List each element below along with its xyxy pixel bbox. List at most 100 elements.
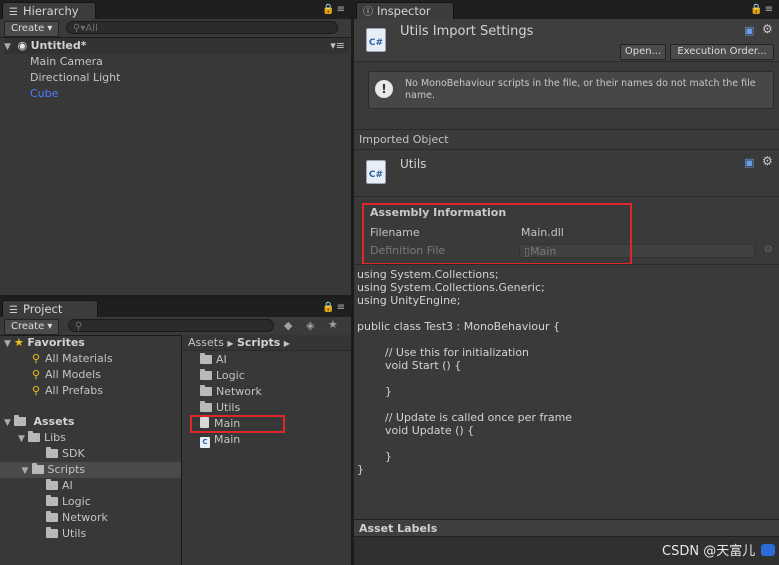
help-icon[interactable]: ▣ xyxy=(744,156,754,169)
code-text: using System.Collections; using System.C… xyxy=(357,268,573,476)
tree-folder-ai[interactable]: AI xyxy=(46,478,73,494)
expand-icon[interactable]: ▼ xyxy=(4,39,14,55)
code-preview: using System.Collections; using System.C… xyxy=(354,264,779,518)
csharp-file-icon: C# xyxy=(366,160,386,184)
imported-object-header: Imported Object xyxy=(354,129,779,149)
folder-icon xyxy=(46,527,58,538)
hierarchy-tabbar: ☰ Hierarchy 🔒≡ xyxy=(0,0,351,19)
gear-icon[interactable]: ⚙ xyxy=(762,154,773,168)
search-icon: ⚲ xyxy=(32,352,41,365)
asset-labels-bar: Asset Labels xyxy=(354,519,779,537)
unity-logo-icon: ◉ xyxy=(17,39,28,52)
star-icon: ★ xyxy=(14,336,24,349)
breadcrumb-scripts[interactable]: Scripts xyxy=(237,336,280,349)
libs-folder[interactable]: ▼ Libs xyxy=(18,430,66,446)
create-button[interactable]: Create ▾ xyxy=(4,21,60,37)
hierarchy-item-cube[interactable]: Cube xyxy=(30,86,58,102)
favorite-all-materials[interactable]: ⚲ All Materials xyxy=(32,351,113,367)
menu-icon[interactable]: ≡ xyxy=(337,4,347,15)
object-picker-icon[interactable]: ⊙ xyxy=(764,244,772,255)
panel-options[interactable]: 🔒≡ xyxy=(322,302,347,313)
create-button[interactable]: Create ▾ xyxy=(4,319,60,335)
help-icon[interactable]: ▣ xyxy=(744,24,754,37)
inspector-panel: ⓘ Inspector 🔒≡ C# Utils Import Settings ▣… xyxy=(354,0,779,565)
imported-object-row: C# Utils ▣ ⚙ xyxy=(354,149,779,197)
favorite-all-prefabs[interactable]: ⚲ All Prefabs xyxy=(32,383,103,399)
expand-icon[interactable]: ▼ xyxy=(22,463,32,479)
file-folder-network[interactable]: Network xyxy=(200,384,262,400)
open-button[interactable]: Open... xyxy=(620,44,666,60)
search-icon: ⚲▾ xyxy=(73,23,86,34)
tree-folder-network[interactable]: Network xyxy=(46,510,108,526)
hierarchy-item-directional-light[interactable]: Directional Light xyxy=(30,70,120,86)
file-folder-utils[interactable]: Utils xyxy=(200,400,240,416)
warning-text: No MonoBehaviour scripts in the file, or… xyxy=(405,78,756,101)
search-input[interactable]: ⚲ xyxy=(68,319,274,332)
project-toolbar: Create ▾ ⚲ ◆ ◈ ★ xyxy=(0,317,351,336)
search-icon: ⚲ xyxy=(32,384,41,397)
folder-icon xyxy=(200,353,212,364)
scripts-folder[interactable]: ▼ Scripts xyxy=(0,462,181,478)
menu-icon[interactable]: ≡ xyxy=(765,4,775,15)
search-icon: ⚲ xyxy=(75,321,83,332)
file-folder-ai[interactable]: AI xyxy=(200,352,227,368)
file-folder-logic[interactable]: Logic xyxy=(200,368,245,384)
label-icon[interactable]: ◈ xyxy=(306,319,314,332)
sdk-folder[interactable]: SDK xyxy=(46,446,85,462)
main-splitter[interactable] xyxy=(351,0,354,565)
project-tabbar: ☰ Project 🔒≡ xyxy=(0,298,351,317)
expand-icon[interactable]: ▼ xyxy=(4,336,14,352)
star-icon[interactable]: ★ xyxy=(328,318,338,331)
tree-folder-logic[interactable]: Logic xyxy=(46,494,91,510)
inspector-header: C# Utils Import Settings ▣ ⚙ Open... Exe… xyxy=(354,19,779,62)
inspector-tabbar: ⓘ Inspector 🔒≡ xyxy=(354,0,779,19)
panel-options[interactable]: 🔒≡ xyxy=(322,4,347,15)
filter-type-icon[interactable]: ◆ xyxy=(284,319,292,332)
horizontal-splitter[interactable] xyxy=(0,295,351,298)
favorite-all-models[interactable]: ⚲ All Models xyxy=(32,367,101,383)
folder-icon xyxy=(46,447,58,458)
folder-icon xyxy=(14,415,26,426)
folder-icon xyxy=(200,401,212,412)
csharp-file-icon: C# xyxy=(366,28,386,52)
breadcrumb-assets[interactable]: Assets xyxy=(188,336,224,349)
tab-project[interactable]: ☰ Project xyxy=(2,300,98,317)
expand-icon[interactable]: ▼ xyxy=(18,431,28,447)
tree-folder-utils[interactable]: Utils xyxy=(46,526,86,542)
project-file-list: Assets ▶ Scripts ▶ AI Logic Network Util… xyxy=(182,335,351,565)
hierarchy-toolbar: Create ▾ ⚲▾All xyxy=(0,19,351,38)
scene-row[interactable]: ▼ ◉ Untitled* ▾≡ xyxy=(4,38,349,54)
panel-options[interactable]: 🔒≡ xyxy=(750,4,775,15)
warning-icon: ! xyxy=(375,80,393,98)
menu-icon[interactable]: ▾≡ xyxy=(330,38,345,54)
chat-bubble-icon xyxy=(761,544,775,556)
file-main-script[interactable]: C Main xyxy=(200,432,240,448)
hierarchy-item-main-camera[interactable]: Main Camera xyxy=(30,54,103,70)
tab-inspector[interactable]: ⓘ Inspector xyxy=(356,2,454,19)
folder-icon xyxy=(46,511,58,522)
chevron-right-icon: ▶ xyxy=(283,339,290,348)
lock-icon[interactable]: 🔒 xyxy=(322,302,336,313)
menu-icon[interactable]: ≡ xyxy=(337,302,347,313)
favorites-header[interactable]: ▼ ★ Favorites xyxy=(4,335,85,351)
breadcrumb: Assets ▶ Scripts ▶ xyxy=(182,335,351,351)
tab-hierarchy[interactable]: ☰ Hierarchy xyxy=(2,2,96,19)
execution-order-button[interactable]: Execution Order... xyxy=(670,44,774,60)
imported-object-name: Utils xyxy=(400,157,427,171)
lock-icon[interactable]: 🔒 xyxy=(750,4,764,15)
folder-icon xyxy=(200,385,212,396)
folder-icon xyxy=(31,463,44,474)
annotation-highlight-assembly xyxy=(362,203,632,265)
folder-icon xyxy=(46,495,58,506)
warning-box: ! No MonoBehaviour scripts in the file, … xyxy=(368,71,774,109)
folder-icon xyxy=(200,369,212,380)
csharp-script-icon: C xyxy=(200,437,210,448)
chevron-right-icon: ▶ xyxy=(227,339,234,348)
assets-folder[interactable]: ▼ Assets xyxy=(4,414,74,430)
gear-icon[interactable]: ⚙ xyxy=(762,22,773,36)
expand-icon[interactable]: ▼ xyxy=(4,415,14,431)
watermark: CSDN @天富儿 xyxy=(662,544,756,559)
lock-icon[interactable]: 🔒 xyxy=(322,4,336,15)
search-input[interactable]: ⚲▾All xyxy=(66,21,338,34)
hierarchy-panel: ☰ Hierarchy 🔒≡ Create ▾ ⚲▾All ▼ ◉ Untitle… xyxy=(0,0,351,295)
